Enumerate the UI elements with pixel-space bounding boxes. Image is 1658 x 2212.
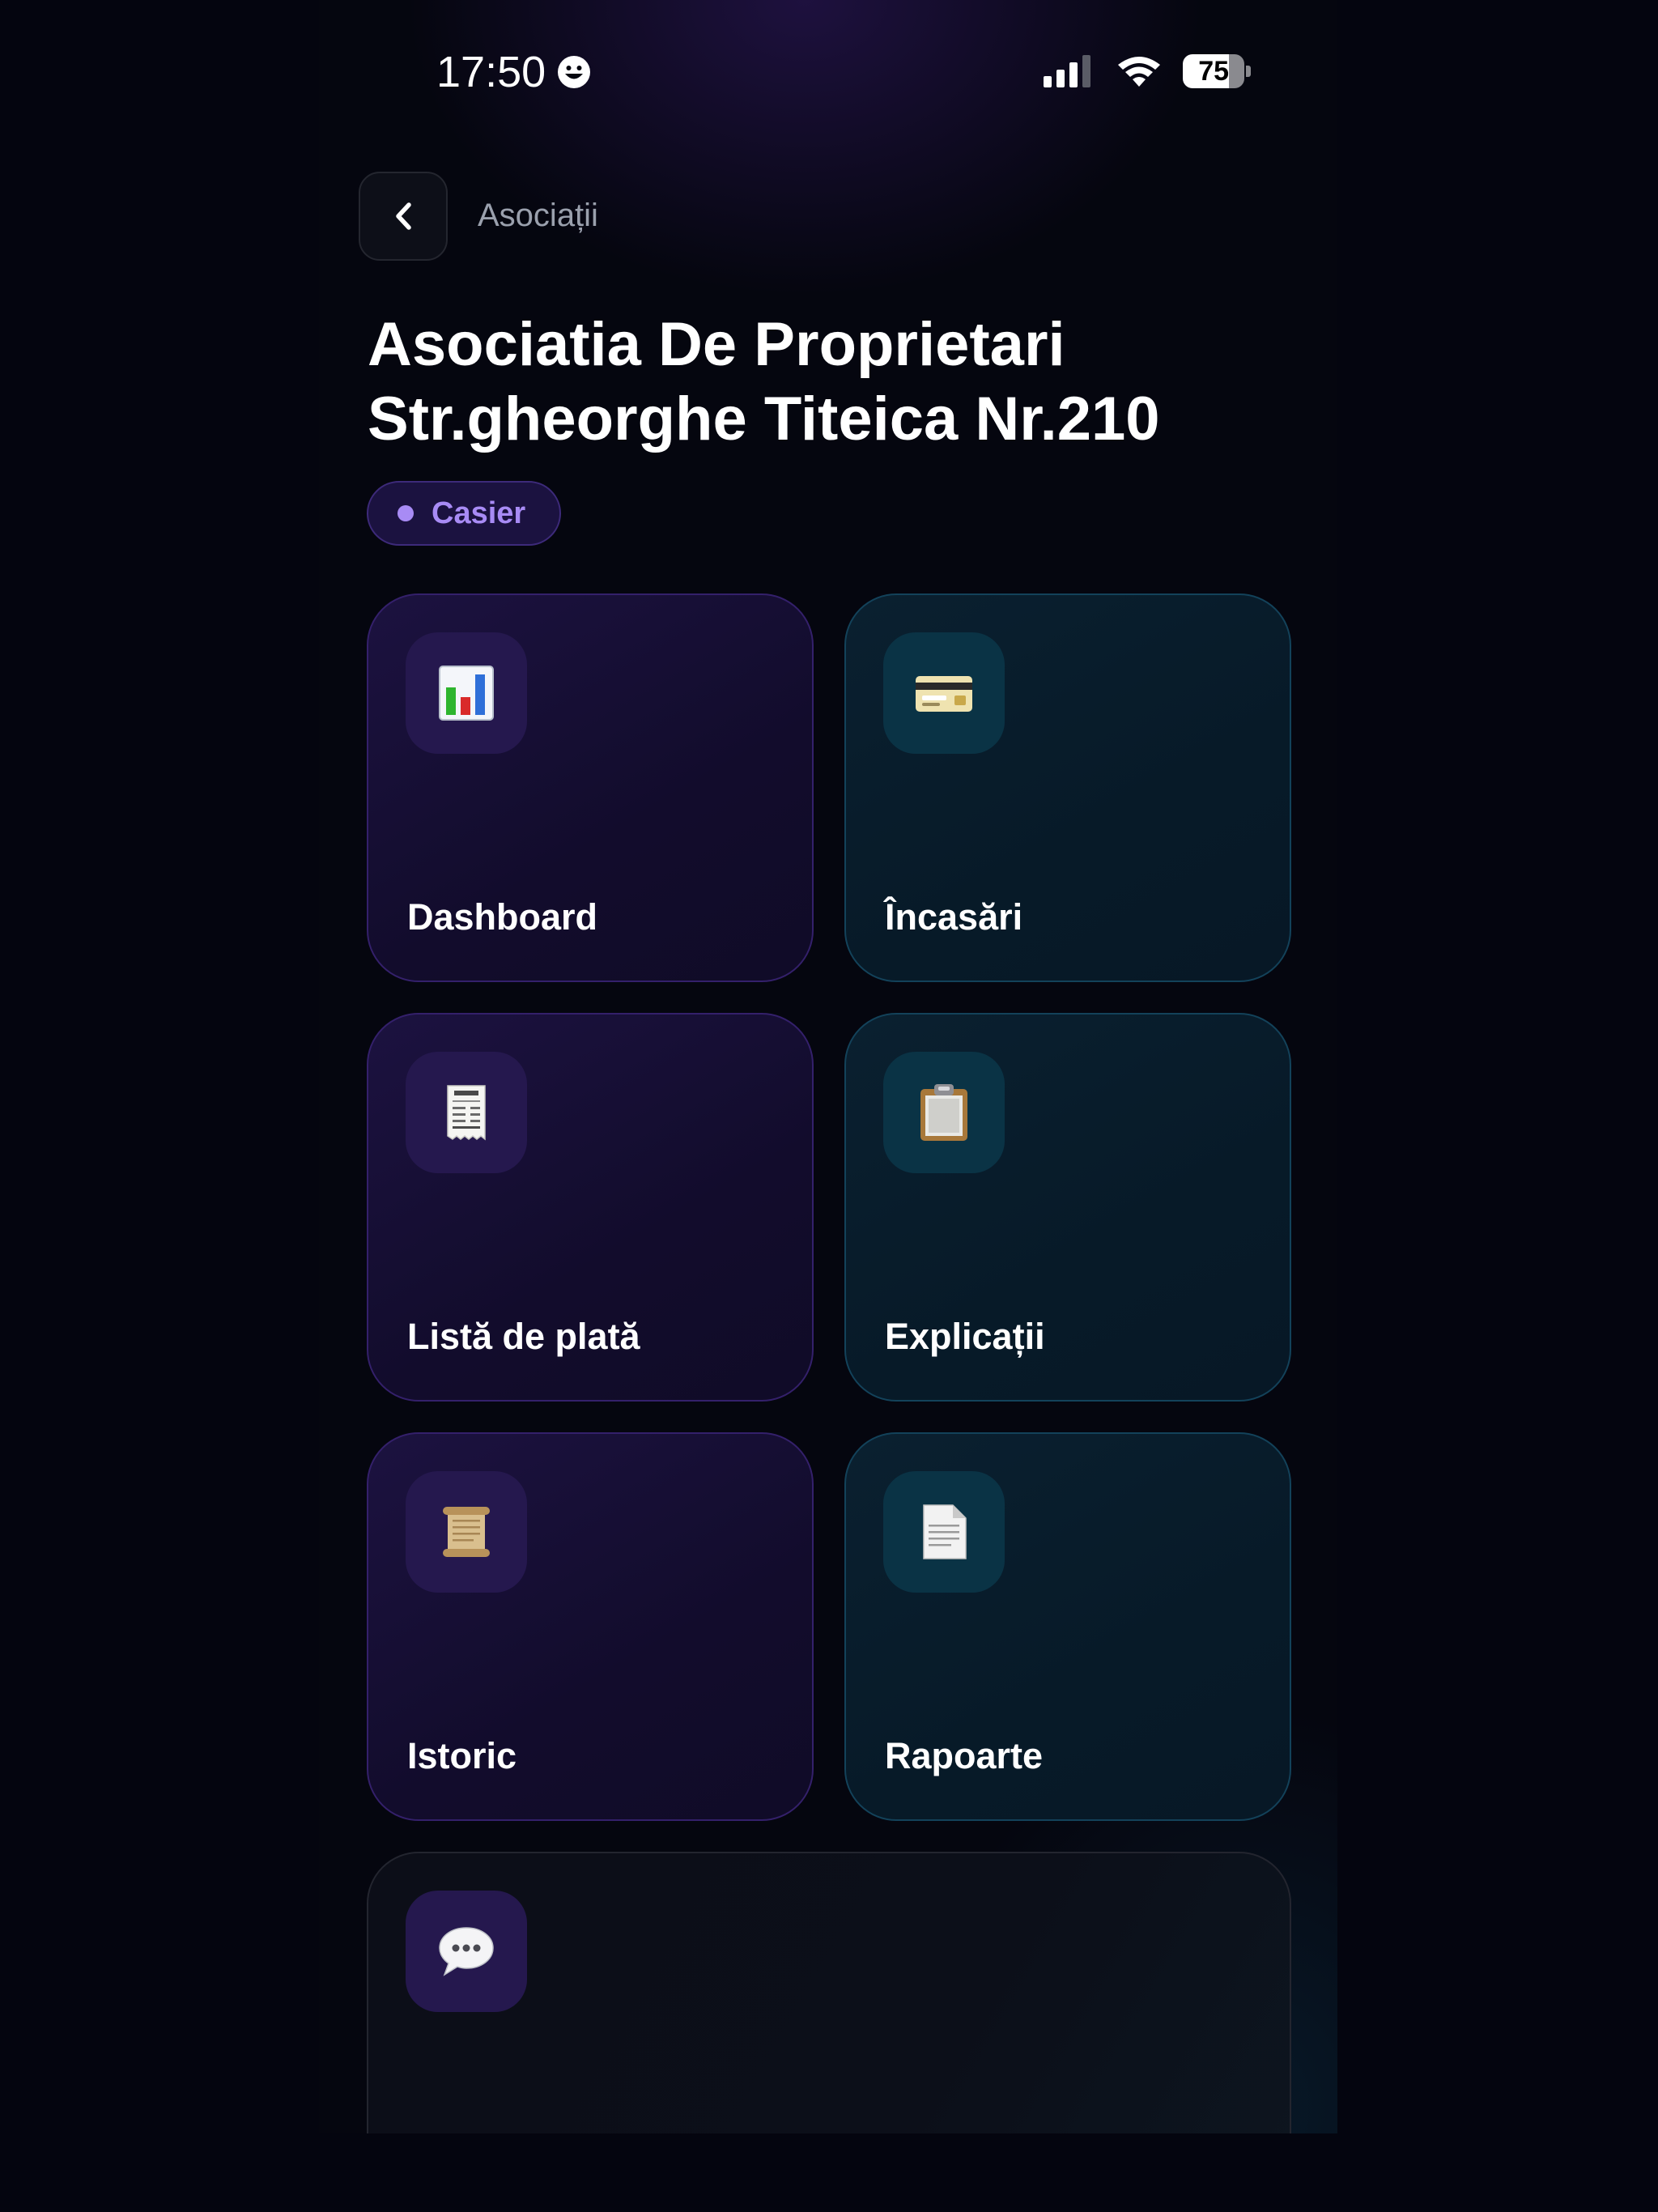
cellular-signal-icon <box>1044 55 1090 87</box>
tile-label: Încasări <box>885 896 1023 938</box>
tile-icon-container <box>406 1052 527 1173</box>
chevron-left-icon <box>396 202 411 230</box>
phone-viewport: 17:50 75 Asociații Asociatia De Propriet… <box>319 0 1337 2212</box>
page-title-line-1: Asociatia De Proprietari <box>368 310 1065 379</box>
page-title: Asociatia De Proprietari Str.gheorghe Ti… <box>368 308 1258 457</box>
tile-icon-container <box>406 632 527 754</box>
tile-label: Explicații <box>885 1316 1045 1357</box>
clipboard-icon <box>920 1084 967 1141</box>
scroll-icon <box>443 1507 490 1557</box>
tile-lista-de-plata[interactable]: Listă de plată <box>367 1013 814 1402</box>
tile-icon-container <box>883 1052 1005 1173</box>
bar-chart-icon <box>439 666 494 721</box>
battery-cap <box>1246 66 1251 77</box>
battery-indicator: 75 <box>1183 53 1251 89</box>
tile-label: Istoric <box>407 1735 517 1776</box>
back-button[interactable] <box>359 172 448 261</box>
bottom-safe-area <box>319 2133 1337 2212</box>
status-indicators: 75 <box>1042 53 1251 89</box>
status-time-text: 17:50 <box>436 48 546 96</box>
battery-icon: 75 <box>1183 54 1245 88</box>
receipt-icon <box>447 1085 486 1141</box>
role-badge-label: Casier <box>432 496 526 530</box>
role-badge: Casier <box>367 481 562 546</box>
tile-label: Rapoarte <box>885 1735 1044 1776</box>
document-icon <box>923 1504 967 1559</box>
credit-card-icon <box>916 676 972 712</box>
tile-icon-container <box>883 632 1005 754</box>
tile-dashboard[interactable]: Dashboard <box>367 593 814 982</box>
tile-label: Listă de plată <box>407 1316 640 1357</box>
smile-icon <box>558 56 591 88</box>
status-time: 17:50 <box>436 47 591 97</box>
tile-icon-container <box>883 1471 1005 1593</box>
battery-level: 75 <box>1198 55 1230 87</box>
tile-label: Dashboard <box>407 896 598 938</box>
tile-rapoarte[interactable]: Rapoarte <box>844 1432 1291 1821</box>
tile-incasari[interactable]: Încasări <box>844 593 1291 982</box>
app-screen: 17:50 75 Asociații Asociatia De Propriet… <box>0 0 1658 2212</box>
page-title-line-2: Str.gheorghe Titeica Nr.210 <box>368 385 1160 453</box>
tile-icon-container <box>406 1891 527 2012</box>
tile-explicatii[interactable]: Explicații <box>844 1013 1291 1402</box>
wifi-icon <box>1118 57 1160 87</box>
speech-bubble-icon <box>439 1927 494 1976</box>
tile-istoric[interactable]: Istoric <box>367 1432 814 1821</box>
breadcrumb[interactable]: Asociații <box>478 198 598 234</box>
role-dot-icon <box>397 505 414 521</box>
tile-icon-container <box>406 1471 527 1593</box>
